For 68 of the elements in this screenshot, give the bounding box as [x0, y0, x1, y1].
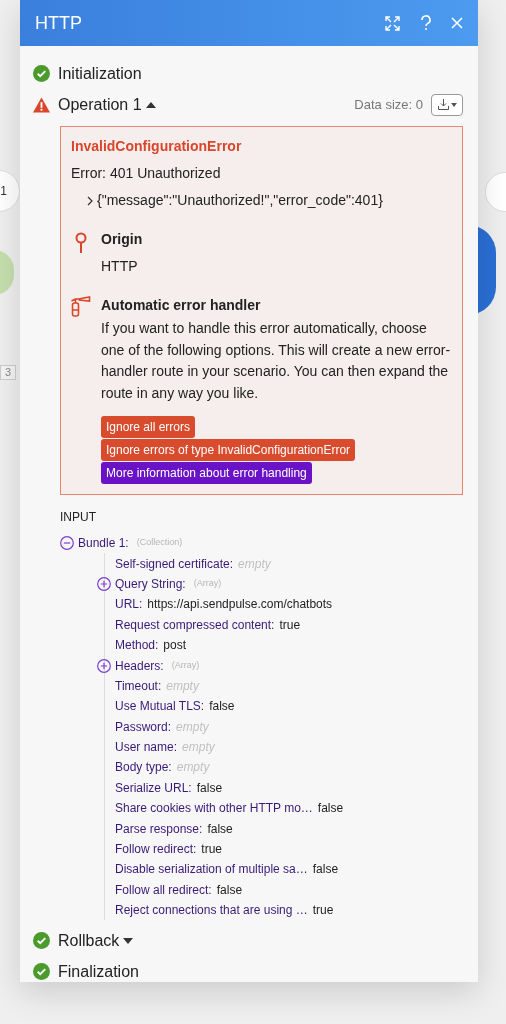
warning-icon: [33, 96, 50, 113]
field-label: Bundle 1:: [78, 535, 129, 553]
field-label: Password:: [115, 718, 172, 736]
error-detail: {"message":"Unauthorized!","error_code":401}: [97, 191, 383, 210]
error-action-button[interactable]: More information about error handling: [101, 462, 312, 484]
window-title: HTTP: [35, 11, 83, 35]
field-value: true: [312, 902, 334, 920]
field-label: Self-signed certificate:: [115, 555, 234, 573]
error-message: Error: 401 Unauthorized: [71, 164, 222, 183]
stage-title[interactable]: Finalization: [58, 959, 139, 984]
download-icon: [437, 99, 449, 110]
handler-description: If you want to handle this error automatically, choose one of the following options. This will create a new error-handler route in your scenario. You can then expand the route in any way you like.: [101, 319, 452, 403]
field-label: User name:: [115, 739, 178, 757]
pin-icon: [75, 232, 87, 254]
field-value: false: [209, 698, 235, 716]
field-value: post: [163, 637, 187, 655]
error-action-button[interactable]: Ignore all errors: [101, 416, 196, 438]
field-label: Method:: [115, 637, 159, 655]
type-hint: (Array): [193, 577, 222, 591]
field-label: Share cookies with other HTTP mo…: [115, 800, 313, 818]
close-icon[interactable]: [451, 17, 463, 29]
field-label: Disable serialization of multiple sa…: [115, 861, 308, 879]
field-value: https://api.sendpulse.com/chatbots: [147, 596, 333, 614]
field-value: false: [207, 820, 233, 838]
field-label: Reject connections that are using …: [115, 902, 308, 920]
stage-title[interactable]: Operation 1: [58, 92, 142, 117]
field-label: Follow redirect:: [115, 841, 197, 859]
fire-extinguisher-icon: [71, 296, 92, 317]
field-value: true: [279, 616, 301, 634]
stage-title[interactable]: Initialization: [58, 61, 142, 86]
error-title: InvalidConfigurationError: [71, 137, 243, 156]
caret-down-icon: [450, 102, 457, 107]
handler-heading: Automatic error handler: [101, 296, 262, 315]
check-circle-icon: [33, 65, 50, 82]
field-label: Parse response:: [115, 820, 203, 838]
type-hint: (Collection): [136, 536, 183, 550]
origin-heading: Origin: [101, 230, 143, 249]
check-circle-icon: [33, 932, 50, 950]
field-value: false: [317, 800, 344, 818]
field-value: false: [312, 861, 339, 879]
field-value: false: [216, 881, 243, 899]
field-label: Follow all redirect:: [115, 881, 212, 899]
field-label: Use Mutual TLS:: [115, 698, 205, 716]
error-action-button[interactable]: Ignore errors of type InvalidConfigurationError: [101, 439, 356, 461]
field-label: Query String:: [115, 575, 186, 593]
field-value: false: [196, 779, 223, 797]
chevron-right-icon[interactable]: [87, 195, 93, 206]
origin-value: HTTP: [101, 257, 139, 276]
help-icon[interactable]: [420, 15, 432, 31]
caret-up-icon[interactable]: [145, 101, 156, 108]
collapse-icon[interactable]: [60, 536, 74, 551]
field-value: true: [201, 841, 223, 859]
field-label: Headers:: [115, 657, 164, 675]
type-hint: (Array): [171, 658, 200, 672]
stage-title[interactable]: Rollback: [58, 928, 120, 953]
expand-icon[interactable]: [97, 576, 111, 591]
node-label: 1: [0, 183, 7, 200]
download-button[interactable]: [431, 93, 463, 116]
node-label: 3: [0, 365, 16, 380]
expand-icon[interactable]: [97, 658, 111, 673]
field-label: URL:: [115, 596, 143, 614]
input-heading: INPUT: [60, 509, 97, 526]
field-label: Request compressed content:: [115, 616, 275, 634]
caret-down-icon[interactable]: [123, 937, 134, 944]
field-label: Body type:: [115, 759, 172, 777]
field-label: Serialize URL:: [115, 779, 192, 797]
data-size-label: Data size: 0: [354, 95, 423, 114]
field-label: Timeout:: [115, 677, 162, 695]
